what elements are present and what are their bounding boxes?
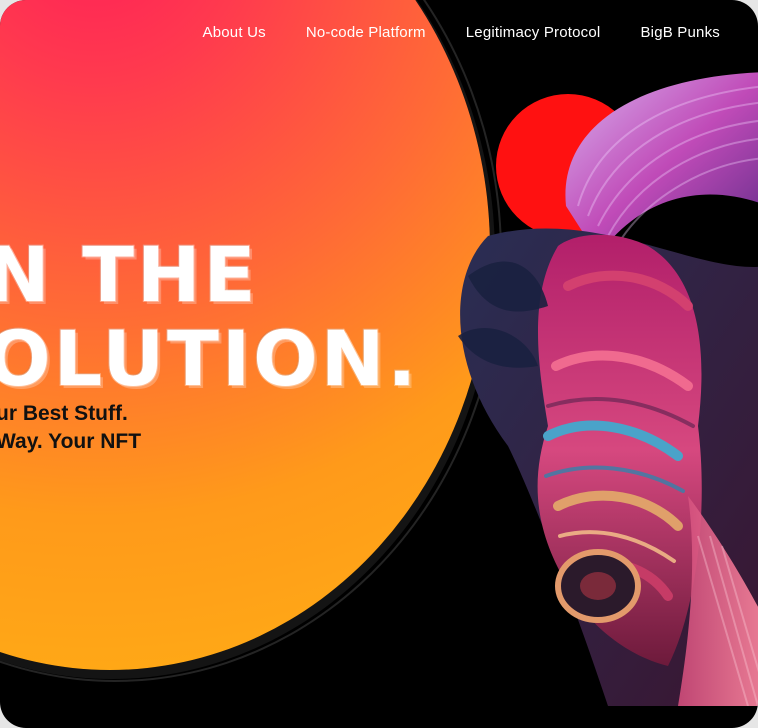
hero-headline-line-2: OLUTION. [0,314,420,404]
nft-sculpture-graphic [458,72,758,706]
page-frame: About Us No-code Platform Legitimacy Pro… [0,0,758,728]
hero-subheading: ur Best Stuff. Way. Your NFT [0,400,141,456]
top-navigation: About Us No-code Platform Legitimacy Pro… [183,18,740,47]
nft-sculpture-artwork [448,66,758,706]
nav-item-about-us[interactable]: About Us [183,18,286,47]
nav-item-bigb-punks[interactable]: BigB Punks [620,18,740,47]
nav-item-legitimacy-protocol[interactable]: Legitimacy Protocol [446,18,621,47]
hero-subheading-line-2: Way. Your NFT [0,430,142,453]
nav-item-no-code-platform[interactable]: No-code Platform [286,18,446,47]
hero-headline: N THE OLUTION. [0,230,420,404]
hero-subheading-line-1: ur Best Stuff. [0,402,128,425]
hero-headline-line-1: N THE [0,230,259,319]
